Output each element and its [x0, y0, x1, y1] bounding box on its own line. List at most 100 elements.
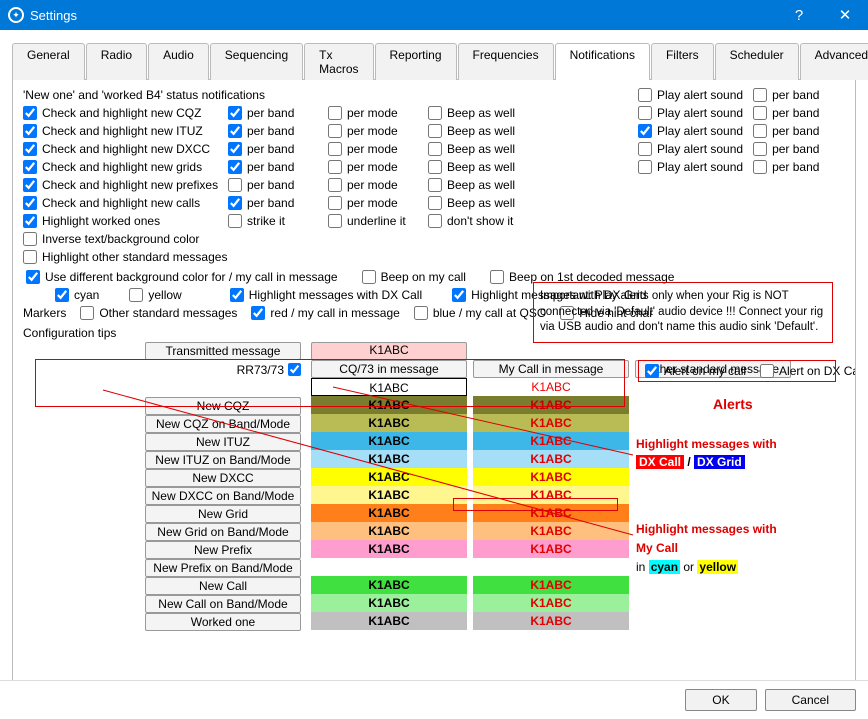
ok-button[interactable]: OK	[685, 689, 756, 711]
check-r2-c3[interactable]: Beep as well	[428, 142, 528, 156]
cat-button-new-cqz[interactable]: New CQZ	[145, 397, 301, 415]
color-cell-l-6[interactable]: K1ABC	[311, 486, 467, 504]
check-r6-c0[interactable]: Highlight worked ones	[23, 214, 228, 228]
check-r1-c3[interactable]: Beep as well	[428, 124, 528, 138]
color-cell-r-6[interactable]: K1ABC	[473, 486, 629, 504]
color-cell-r-7[interactable]: K1ABC	[473, 504, 629, 522]
color-cell-r-13[interactable]: K1ABC	[473, 612, 629, 630]
check-r6-c2[interactable]: underline it	[328, 214, 428, 228]
check-r2-c0[interactable]: Check and highlight new DXCC	[23, 142, 228, 156]
tab-filters[interactable]: Filters	[651, 43, 714, 80]
play-alert-perband-3[interactable]: per band	[753, 142, 819, 156]
color-cell-r-0[interactable]: K1ABC	[473, 378, 629, 396]
tab-general[interactable]: General	[12, 43, 85, 80]
color-cell-r-12[interactable]: K1ABC	[473, 594, 629, 612]
cat-button-new-grid[interactable]: New Grid	[145, 505, 301, 523]
check-r4-c3[interactable]: Beep as well	[428, 178, 528, 192]
color-cell-l-9[interactable]: K1ABC	[311, 540, 467, 558]
play-alert-2[interactable]: Play alert sound	[638, 124, 743, 138]
color-cell-r-4[interactable]: K1ABC	[473, 450, 629, 468]
color-cell-l-4[interactable]: K1ABC	[311, 450, 467, 468]
check-r1-c1[interactable]: per band	[228, 124, 328, 138]
cat-button-new-cqz-on-band-mode[interactable]: New CQZ on Band/Mode	[145, 415, 301, 433]
color-cell-r-2[interactable]: K1ABC	[473, 414, 629, 432]
check-r5-c2[interactable]: per mode	[328, 196, 428, 210]
help-button[interactable]: ?	[776, 0, 822, 30]
check-r1-c0[interactable]: Check and highlight new ITUZ	[23, 124, 228, 138]
check-r6-c3[interactable]: don't show it	[428, 214, 528, 228]
color-cell-l-12[interactable]: K1ABC	[311, 594, 467, 612]
color-cell-l-8[interactable]: K1ABC	[311, 522, 467, 540]
cat-button-new-prefix-on-band-mode[interactable]: New Prefix on Band/Mode	[145, 559, 301, 577]
play-alert-perband-4[interactable]: per band	[753, 160, 819, 174]
close-button[interactable]: ✕	[822, 0, 868, 30]
cat-button-new-dxcc-on-band-mode[interactable]: New DXCC on Band/Mode	[145, 487, 301, 505]
color-cell-r-1[interactable]: K1ABC	[473, 396, 629, 414]
play-alert-perband-2[interactable]: per band	[753, 124, 819, 138]
tab-notifications[interactable]: Notifications	[555, 43, 650, 80]
color-cell-l-3[interactable]: K1ABC	[311, 432, 467, 450]
tab-radio[interactable]: Radio	[86, 43, 147, 80]
play-alert-4[interactable]: Play alert sound	[638, 160, 743, 174]
color-cell-r-8[interactable]: K1ABC	[473, 522, 629, 540]
check-r2-c2[interactable]: per mode	[328, 142, 428, 156]
cat-button-new-ituz-on-band-mode[interactable]: New ITUZ on Band/Mode	[145, 451, 301, 469]
play-alert-perband-1[interactable]: per band	[753, 106, 819, 120]
play-alert-3[interactable]: Play alert sound	[638, 142, 743, 156]
tab-audio[interactable]: Audio	[148, 43, 209, 80]
color-cell-l-2[interactable]: K1ABC	[311, 414, 467, 432]
cyan-check[interactable]: cyan	[55, 288, 99, 302]
markers-blue-check[interactable]: blue / my call at QSO	[414, 306, 546, 320]
cq-header[interactable]: K1ABC	[311, 342, 467, 360]
check-r0-c0[interactable]: Check and highlight new CQZ	[23, 106, 228, 120]
color-cell-r-3[interactable]: K1ABC	[473, 432, 629, 450]
check-r3-c0[interactable]: Check and highlight new grids	[23, 160, 228, 174]
beep-mycall-check[interactable]: Beep on my call	[362, 270, 466, 284]
check-r4-c1[interactable]: per band	[228, 178, 328, 192]
cat-button-new-call[interactable]: New Call	[145, 577, 301, 595]
check-r2-c1[interactable]: per band	[228, 142, 328, 156]
check-r3-c1[interactable]: per band	[228, 160, 328, 174]
check-r5-c1[interactable]: per band	[228, 196, 328, 210]
check-r4-c2[interactable]: per mode	[328, 178, 428, 192]
check-r5-c0[interactable]: Check and highlight new calls	[23, 196, 228, 210]
color-cell-l-7[interactable]: K1ABC	[311, 504, 467, 522]
cat-button-new-dxcc[interactable]: New DXCC	[145, 469, 301, 487]
color-cell-l-11[interactable]: K1ABC	[311, 576, 467, 594]
cancel-button[interactable]: Cancel	[765, 689, 856, 711]
color-cell-r-10[interactable]	[473, 558, 629, 576]
transmitted-msg-button[interactable]: Transmitted message	[145, 342, 301, 360]
markers-other-check[interactable]: Other standard messages	[80, 306, 237, 320]
check-r4-c0[interactable]: Check and highlight new prefixes	[23, 178, 228, 192]
tab-frequencies[interactable]: Frequencies	[458, 43, 554, 80]
tab-tx-macros[interactable]: Tx Macros	[304, 43, 373, 80]
yellow-check[interactable]: yellow	[129, 288, 181, 302]
check-r8-c0[interactable]: Highlight other standard messages	[23, 250, 228, 264]
check-r3-c3[interactable]: Beep as well	[428, 160, 528, 174]
markers-red-check[interactable]: red / my call in message	[251, 306, 399, 320]
tab-scheduler[interactable]: Scheduler	[715, 43, 799, 80]
check-r0-c3[interactable]: Beep as well	[428, 106, 528, 120]
mycall-in-msg-button[interactable]: My Call in message	[473, 360, 629, 378]
check-r3-c2[interactable]: per mode	[328, 160, 428, 174]
check-r0-c1[interactable]: per band	[228, 106, 328, 120]
cat-button-new-ituz[interactable]: New ITUZ	[145, 433, 301, 451]
check-r5-c3[interactable]: Beep as well	[428, 196, 528, 210]
color-cell-r-11[interactable]: K1ABC	[473, 576, 629, 594]
alert-dxcall-check[interactable]: Alert on DX Call	[760, 364, 856, 378]
color-cell-l-1[interactable]: K1ABC	[311, 396, 467, 414]
rr73-check[interactable]	[288, 363, 301, 376]
cq-in-msg-button[interactable]: CQ/73 in message	[311, 360, 467, 378]
check-r6-c1[interactable]: strike it	[228, 214, 328, 228]
check-r1-c2[interactable]: per mode	[328, 124, 428, 138]
tab-reporting[interactable]: Reporting	[375, 43, 457, 80]
check-r7-c0[interactable]: Inverse text/background color	[23, 232, 228, 246]
play-alert-0[interactable]: Play alert sound	[638, 88, 743, 102]
color-cell-l-13[interactable]: K1ABC	[311, 612, 467, 630]
hl-dxcall-check[interactable]: Highlight messages with DX Call	[230, 288, 422, 302]
play-alert-perband-0[interactable]: per band	[753, 88, 819, 102]
cat-button-new-prefix[interactable]: New Prefix	[145, 541, 301, 559]
alert-mycall-check[interactable]: Alert on my call	[645, 364, 746, 378]
diff-bg-check[interactable]: Use different background color for / my …	[26, 270, 338, 284]
color-cell-r-5[interactable]: K1ABC	[473, 468, 629, 486]
